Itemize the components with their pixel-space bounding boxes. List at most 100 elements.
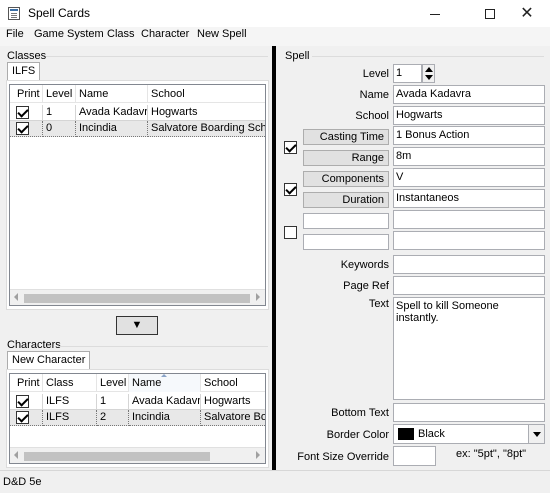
close-button[interactable]: ✕ <box>504 0 550 27</box>
tab-new-character[interactable]: New Character <box>7 351 91 370</box>
page-ref-label: Page Ref <box>343 280 389 292</box>
name-cell[interactable]: Incindia <box>129 410 201 426</box>
print-checkbox[interactable] <box>16 106 29 119</box>
print-checkbox[interactable] <box>16 395 29 408</box>
class-cell[interactable]: ILFS <box>43 394 97 410</box>
window-title: Spell Cards <box>28 6 91 20</box>
casting-time-input[interactable]: 1 Bonus Action <box>393 126 545 145</box>
bottom-text-label: Bottom Text <box>331 407 389 419</box>
text-label: Text <box>368 298 389 310</box>
characters-grid[interactable]: Print Class Level Name School ILFS 1 Ava… <box>9 373 266 464</box>
name-cell[interactable]: Avada Kadavra <box>76 105 148 121</box>
school-cell[interactable]: Hogwarts <box>201 394 265 410</box>
print-checkbox[interactable] <box>16 411 29 424</box>
border-color-select[interactable]: Black <box>393 424 545 444</box>
menu-character[interactable]: Character <box>141 28 189 40</box>
components-field-label[interactable]: Components <box>303 171 389 187</box>
characters-group-label: Characters <box>7 339 61 351</box>
level-label: Level <box>362 68 389 80</box>
name-cell[interactable]: Avada Kadavra <box>129 394 201 410</box>
custom1-label-input[interactable] <box>303 213 389 229</box>
casting-time-print-checkbox[interactable] <box>284 141 297 154</box>
column-header-name-label: Name <box>132 377 162 389</box>
level-cell[interactable]: 1 <box>43 105 76 121</box>
increment-icon[interactable] <box>425 67 433 72</box>
column-header-class[interactable]: Class <box>43 374 97 392</box>
border-color-label: Border Color <box>326 429 389 441</box>
minimize-icon <box>430 13 440 15</box>
name-cell[interactable]: Incindia <box>76 121 148 137</box>
column-header-name[interactable]: Name <box>76 85 148 103</box>
level-cell[interactable]: 1 <box>97 394 129 410</box>
decrement-icon[interactable] <box>425 75 433 80</box>
table-row[interactable]: ILFS 1 Avada Kadavra Hogwarts <box>10 394 265 410</box>
name-label: Name <box>359 89 389 101</box>
dropdown-button[interactable] <box>528 425 544 443</box>
scroll-right-icon[interactable] <box>256 451 260 459</box>
level-input[interactable]: 1 <box>393 64 422 83</box>
scrollbar-thumb[interactable] <box>24 452 210 461</box>
font-size-override-input[interactable] <box>393 446 436 466</box>
maximize-icon <box>485 9 495 20</box>
menu-class[interactable]: Class <box>107 28 135 40</box>
print-cell[interactable] <box>10 105 43 121</box>
bottom-text-input[interactable] <box>393 403 545 422</box>
school-input[interactable]: Hogwarts <box>393 106 545 125</box>
tab-ilfs[interactable]: ILFS <box>7 62 41 81</box>
table-row[interactable]: 0 Incindia Salvatore Boarding School <box>10 121 265 137</box>
school-cell[interactable]: Salvatore Boarding <box>201 410 265 426</box>
print-cell[interactable] <box>10 121 43 137</box>
scrollbar-thumb[interactable] <box>24 294 250 303</box>
level-cell[interactable]: 2 <box>97 410 129 426</box>
panel-splitter[interactable] <box>272 46 276 470</box>
text-area[interactable]: Spell to kill Someone instantly. <box>393 297 545 400</box>
scroll-right-icon[interactable] <box>256 293 260 301</box>
spell-group-line <box>312 56 544 57</box>
level-stepper[interactable] <box>422 64 435 83</box>
scroll-left-icon[interactable] <box>14 293 18 301</box>
custom2-value-input[interactable] <box>393 231 545 250</box>
font-size-hint: ex: "5pt", "8pt" <box>456 448 527 460</box>
components-input[interactable]: V <box>393 168 545 187</box>
keywords-input[interactable] <box>393 255 545 274</box>
classes-group-line <box>46 56 268 57</box>
sort-ascending-icon <box>161 374 167 377</box>
characters-horizontal-scrollbar[interactable] <box>10 447 265 463</box>
column-header-level[interactable]: Level <box>43 85 76 103</box>
class-cell[interactable]: ILFS <box>43 410 97 426</box>
column-header-name[interactable]: Name <box>129 374 201 392</box>
print-checkbox[interactable] <box>16 122 29 135</box>
classes-horizontal-scrollbar[interactable] <box>10 289 265 305</box>
casting-time-field-label[interactable]: Casting Time <box>303 129 389 145</box>
column-header-level[interactable]: Level <box>97 374 129 392</box>
table-row[interactable]: ILFS 2 Incindia Salvatore Boarding <box>10 410 265 426</box>
scroll-left-icon[interactable] <box>14 451 18 459</box>
menu-file[interactable]: File <box>6 28 24 40</box>
school-cell[interactable]: Hogwarts <box>148 105 265 121</box>
column-header-print[interactable]: Print <box>10 85 43 103</box>
custom-print-checkbox[interactable] <box>284 226 297 239</box>
level-cell[interactable]: 0 <box>43 121 76 137</box>
column-header-school[interactable]: School <box>201 374 265 392</box>
menu-new-spell[interactable]: New Spell <box>197 28 247 40</box>
school-cell[interactable]: Salvatore Boarding School <box>148 121 265 137</box>
classes-group-label: Classes <box>7 50 47 62</box>
table-row[interactable]: 1 Avada Kadavra Hogwarts <box>10 105 265 121</box>
custom2-label-input[interactable] <box>303 234 389 250</box>
range-field-label[interactable]: Range <box>303 150 389 166</box>
move-down-button[interactable]: ▼ <box>116 316 158 335</box>
duration-input[interactable]: Instantaneos <box>393 189 545 208</box>
menu-game-system[interactable]: Game System <box>34 28 104 40</box>
components-print-checkbox[interactable] <box>284 183 297 196</box>
column-header-print[interactable]: Print <box>10 374 43 392</box>
print-cell[interactable] <box>10 410 43 426</box>
minimize-button[interactable] <box>412 0 458 27</box>
name-input[interactable]: Avada Kadavra <box>393 85 545 104</box>
print-cell[interactable] <box>10 394 43 410</box>
custom1-value-input[interactable] <box>393 210 545 229</box>
duration-field-label[interactable]: Duration <box>303 192 389 208</box>
page-ref-input[interactable] <box>393 276 545 295</box>
classes-grid[interactable]: Print Level Name School 1 Avada Kadavra … <box>9 84 266 306</box>
column-header-school[interactable]: School <box>148 85 265 103</box>
range-input[interactable]: 8m <box>393 147 545 166</box>
